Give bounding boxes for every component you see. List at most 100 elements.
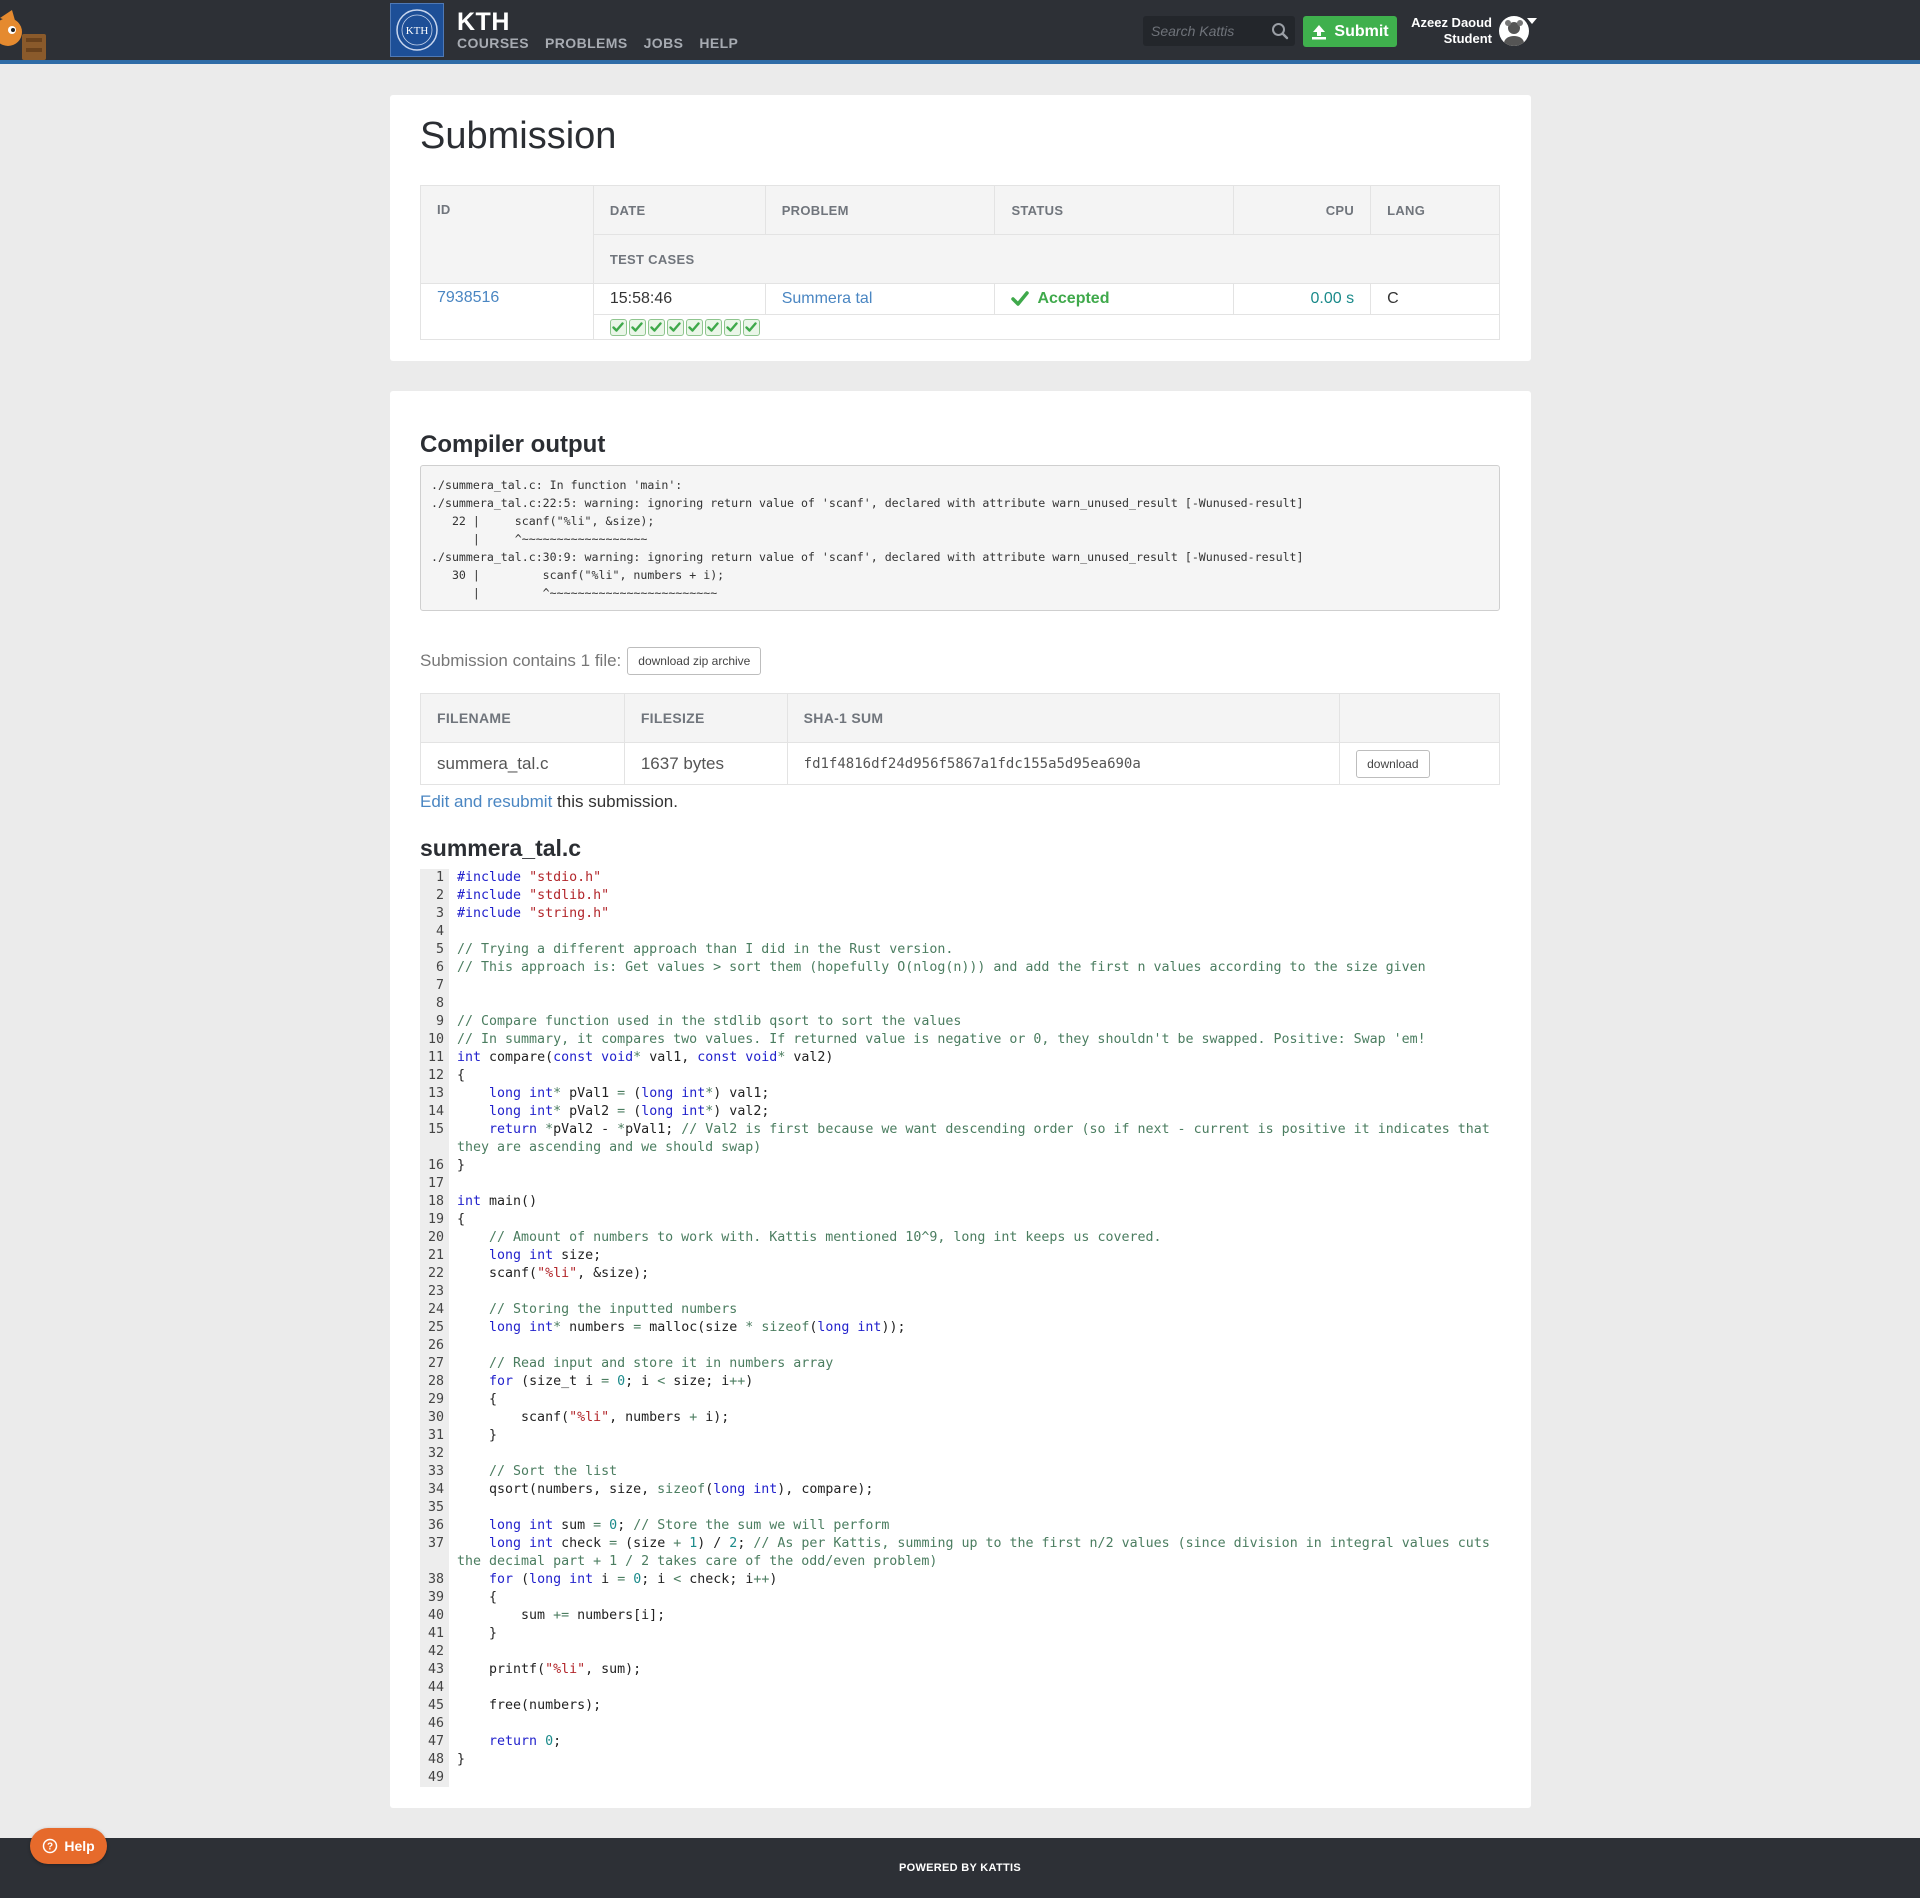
submit-label: Submit: [1334, 22, 1389, 40]
code-text: {: [457, 1068, 466, 1083]
line-number: 23: [420, 1283, 449, 1301]
code-line: 1 #include "stdio.h": [420, 869, 1510, 887]
code-text: long int sum = 0; // Store the sum we wi…: [489, 1518, 890, 1533]
line-number: 30: [420, 1409, 449, 1427]
download-zip-button[interactable]: download zip archive: [627, 647, 762, 675]
line-number: 26: [420, 1337, 449, 1355]
code-text: ​: [449, 1175, 1510, 1193]
nav-jobs[interactable]: JOBS: [644, 35, 684, 51]
line-number: 15: [420, 1121, 449, 1157]
code-line: 33 // Sort the list: [420, 1463, 1510, 1481]
line-number: 7: [420, 977, 449, 995]
help-label: Help: [64, 1838, 95, 1854]
code-line: 34 qsort(numbers, size, sizeof(long int)…: [420, 1481, 1510, 1499]
test-case-passed-icon[interactable]: [609, 318, 627, 336]
code-line: 28 for (size_t i = 0; i < size; i++): [420, 1373, 1510, 1391]
test-case-passed-icon[interactable]: [647, 318, 665, 336]
submit-button[interactable]: Submit: [1303, 16, 1397, 47]
test-case-passed-icon[interactable]: [704, 318, 722, 336]
line-number: 46: [420, 1715, 449, 1733]
code-text: qsort(numbers, size, sizeof(long int), c…: [457, 1482, 874, 1497]
brand-name[interactable]: KTH: [457, 8, 510, 37]
submission-id-link[interactable]: 7938516: [437, 289, 499, 306]
line-number: 28: [420, 1373, 449, 1391]
line-number: 48: [420, 1751, 449, 1769]
code-line: 15 return *pVal2 - *pVal1; // Val2 is fi…: [420, 1121, 1510, 1157]
submission-card: Submission ID DATE PROBLEM STATUS CPU LA…: [390, 95, 1531, 361]
resubmit-line: Edit and resubmit this submission.: [420, 792, 678, 812]
code-text: {: [457, 1392, 498, 1407]
user-info[interactable]: Azeez Daoud Student: [1411, 15, 1492, 47]
col-sha1: SHA-1 SUM: [787, 693, 1341, 743]
line-number: 8: [420, 995, 449, 1013]
code-text: printf("%li", sum);: [457, 1662, 642, 1677]
files-summary: Submission contains 1 file: download zip…: [420, 647, 762, 675]
code-line: 3 #include "string.h": [420, 905, 1510, 923]
help-button[interactable]: ? Help: [30, 1828, 107, 1864]
footer: POWERED BY KATTIS: [0, 1838, 1920, 1898]
code-line: 37 long int check = (size + 1) / 2; // A…: [420, 1535, 1510, 1571]
user-avatar-icon: [1504, 20, 1524, 46]
line-number: 16: [420, 1157, 449, 1175]
test-case-passed-icon[interactable]: [685, 318, 703, 336]
test-case-passed-icon[interactable]: [742, 318, 760, 336]
line-number: 14: [420, 1103, 449, 1121]
search-box: [1143, 16, 1295, 46]
line-number: 35: [420, 1499, 449, 1517]
code-line: 46​: [420, 1715, 1510, 1733]
test-case-passed-icon[interactable]: [723, 318, 741, 336]
line-number: 13: [420, 1085, 449, 1103]
line-number: 3: [420, 905, 449, 923]
code-text: for (size_t i = 0; i < size; i++): [489, 1374, 754, 1389]
code-text: scanf("%li", numbers + i);: [457, 1410, 730, 1425]
line-number: 24: [420, 1301, 449, 1319]
nav-courses[interactable]: COURSES: [457, 35, 529, 51]
line-number: 21: [420, 1247, 449, 1265]
line-number: 47: [420, 1733, 449, 1751]
line-number: 36: [420, 1517, 449, 1535]
svg-text:?: ?: [47, 1842, 53, 1853]
code-line: 29 {: [420, 1391, 1510, 1409]
code-text: // Storing the inputted numbers: [489, 1302, 738, 1317]
line-number: 25: [420, 1319, 449, 1337]
code-text: // Read input and store it in numbers ar…: [489, 1356, 834, 1371]
code-text: ​: [449, 1445, 1510, 1463]
line-number: 40: [420, 1607, 449, 1625]
code-line: 31 }: [420, 1427, 1510, 1445]
problem-link[interactable]: Summera tal: [782, 290, 873, 307]
resubmit-suffix: this submission.: [552, 792, 678, 811]
submission-table: ID DATE PROBLEM STATUS CPU LANG TEST CAS…: [420, 185, 1501, 340]
code-line: 11 int compare(const void* val1, const vo…: [420, 1049, 1510, 1067]
line-number: 33: [420, 1463, 449, 1481]
search-input[interactable]: [1143, 23, 1263, 39]
code-line: 16}: [420, 1157, 1510, 1175]
code-text: ​: [449, 977, 1510, 995]
code-text: free(numbers);: [457, 1698, 602, 1713]
code-line: 17​: [420, 1175, 1510, 1193]
avatar[interactable]: [1499, 16, 1529, 46]
code-line: 45 free(numbers);: [420, 1697, 1510, 1715]
line-number: 34: [420, 1481, 449, 1499]
line-number: 18: [420, 1193, 449, 1211]
test-case-passed-icon[interactable]: [666, 318, 684, 336]
edit-resubmit-link[interactable]: Edit and resubmit: [420, 792, 552, 811]
code-text: // In summary, it compares two values. I…: [457, 1032, 1426, 1047]
download-button[interactable]: download: [1356, 749, 1430, 778]
code-line: 48}: [420, 1751, 1510, 1769]
code-text: // This approach is: Get values > sort t…: [457, 960, 1426, 975]
top-navbar: KTH KTH COURSES PROBLEMS JOBS HELP Submi…: [0, 0, 1920, 64]
code-line: 49​: [420, 1769, 1510, 1787]
files-count-text: Submission contains 1 file:: [420, 651, 622, 670]
code-text: scanf("%li", &size);: [457, 1266, 650, 1281]
main-nav: COURSES PROBLEMS JOBS HELP: [457, 35, 738, 51]
test-case-passed-icon[interactable]: [628, 318, 646, 336]
nav-problems[interactable]: PROBLEMS: [545, 35, 628, 51]
line-number: 44: [420, 1679, 449, 1697]
col-lang: LANG: [1370, 185, 1500, 235]
chevron-down-icon[interactable]: [1527, 18, 1537, 24]
code-line: 18 int main(): [420, 1193, 1510, 1211]
file-table: FILENAME FILESIZE SHA-1 SUM summera_tal.…: [420, 693, 1500, 785]
kth-logo[interactable]: KTH: [390, 3, 444, 57]
search-icon[interactable]: [1271, 22, 1289, 40]
nav-help[interactable]: HELP: [699, 35, 738, 51]
